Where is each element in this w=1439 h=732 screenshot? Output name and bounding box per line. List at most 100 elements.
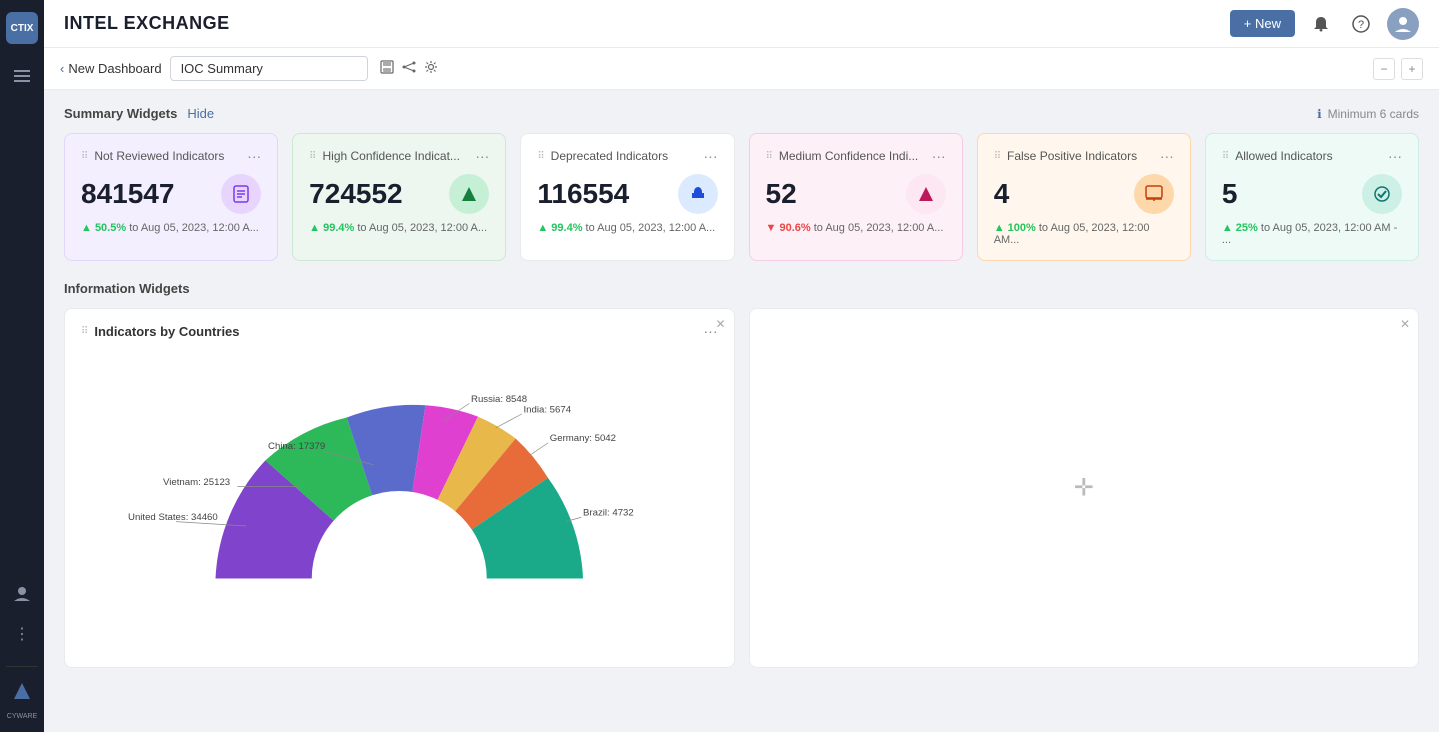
sidebar-menu-icon[interactable]	[6, 60, 38, 92]
share-dashboard-icon[interactable]	[402, 60, 416, 77]
settings-dashboard-icon[interactable]	[424, 60, 438, 77]
empty-widget: ✕ ✛	[749, 308, 1420, 668]
info-section-header: Information Widgets	[64, 281, 1419, 296]
sidebar-user-icon[interactable]	[6, 578, 38, 610]
widget-header-not-reviewed: ⠿ Not Reviewed Indicators ···	[81, 148, 261, 164]
summary-section-header: Summary Widgets Hide ℹ Minimum 6 cards	[64, 106, 1419, 121]
widget-value-high-confidence: 724552	[309, 178, 402, 210]
svg-text:Russia: 8548: Russia: 8548	[471, 394, 527, 405]
drag-handle-allowed[interactable]: ⠿	[1222, 151, 1229, 162]
save-dashboard-icon[interactable]	[380, 60, 394, 77]
widget-footer-high-confidence: ▲ 99.4% to Aug 05, 2023, 12:00 A...	[309, 222, 489, 234]
widget-footer-medium-confidence: ▼ 90.6% to Aug 05, 2023, 12:00 A...	[766, 222, 946, 234]
trend-arrow-allowed: ▲ 25%	[1222, 222, 1258, 234]
widget-title-false-positive: False Positive Indicators	[1007, 149, 1137, 163]
trend-arrow-deprecated: ▲ 99.4%	[537, 222, 582, 234]
trend-text-deprecated: to Aug 05, 2023, 12:00 A...	[586, 222, 716, 234]
widget-header-medium-confidence: ⠿ Medium Confidence Indi... ···	[766, 148, 946, 164]
user-avatar[interactable]	[1387, 8, 1419, 40]
chart-widget-close[interactable]: ✕	[715, 317, 725, 331]
topbar-actions: + New ?	[1230, 8, 1419, 40]
widget-footer-allowed: ▲ 25% to Aug 05, 2023, 12:00 AM - ...	[1222, 222, 1402, 246]
svg-text:?: ?	[1358, 19, 1364, 31]
main-content: INTEL EXCHANGE + New ? ‹ New Dashboard	[44, 0, 1439, 732]
back-button[interactable]: ‹ New Dashboard	[60, 61, 162, 76]
widget-medium-confidence: ⠿ Medium Confidence Indi... ··· 52 ▼ 90.…	[749, 133, 963, 261]
widget-header-deprecated: ⠿ Deprecated Indicators ···	[537, 148, 717, 164]
widget-not-reviewed: ⠿ Not Reviewed Indicators ··· 841547 ▲ 5…	[64, 133, 278, 261]
trend-arrow-high-confidence: ▲ 99.4%	[309, 222, 354, 234]
widget-menu-not-reviewed[interactable]: ···	[247, 148, 261, 164]
drag-handle-deprecated[interactable]: ⠿	[537, 151, 544, 162]
widget-title-not-reviewed: Not Reviewed Indicators	[94, 149, 224, 163]
notifications-icon[interactable]	[1307, 10, 1335, 38]
widget-title-row-allowed: ⠿ Allowed Indicators	[1222, 149, 1333, 163]
help-icon[interactable]: ?	[1347, 10, 1375, 38]
svg-text:United States: 34460: United States: 34460	[128, 512, 218, 523]
trend-arrow-medium-confidence: ▼ 90.6%	[766, 222, 811, 234]
widget-icon-medium-confidence	[906, 174, 946, 214]
hide-button[interactable]: Hide	[187, 106, 214, 121]
widget-menu-high-confidence[interactable]: ···	[475, 148, 489, 164]
topbar: INTEL EXCHANGE + New ?	[44, 0, 1439, 48]
widget-body-false-positive: 4	[994, 174, 1174, 214]
chart-title-row: ⠿ Indicators by Countries	[81, 324, 240, 339]
sidebar: CTIX ⋮ CYWARE	[0, 0, 44, 732]
widget-value-false-positive: 4	[994, 178, 1010, 210]
drag-handle-high-confidence[interactable]: ⠿	[309, 151, 316, 162]
sub-toolbar-right: − +	[1373, 58, 1423, 80]
widget-menu-allowed[interactable]: ···	[1388, 148, 1402, 164]
widget-allowed: ⠿ Allowed Indicators ··· 5 ▲ 25% to Aug …	[1205, 133, 1419, 261]
widget-title-row-medium-confidence: ⠿ Medium Confidence Indi...	[766, 149, 919, 163]
maximize-button[interactable]: +	[1401, 58, 1423, 80]
widget-title-row-not-reviewed: ⠿ Not Reviewed Indicators	[81, 149, 224, 163]
svg-text:Brazil: 4732: Brazil: 4732	[583, 508, 634, 519]
widgets-row: ⠿ Not Reviewed Indicators ··· 841547 ▲ 5…	[64, 133, 1419, 261]
info-widgets-row: ✕ ⠿ Indicators by Countries ···	[64, 308, 1419, 668]
new-button[interactable]: + New	[1230, 10, 1295, 37]
info-section-title: Information Widgets	[64, 281, 190, 296]
widget-title-deprecated: Deprecated Indicators	[551, 149, 668, 163]
widget-body-allowed: 5	[1222, 174, 1402, 214]
drag-handle-false-positive[interactable]: ⠿	[994, 151, 1001, 162]
svg-text:Vietnam: 25123: Vietnam: 25123	[163, 477, 230, 488]
widget-menu-deprecated[interactable]: ···	[704, 148, 718, 164]
widget-menu-medium-confidence[interactable]: ···	[932, 148, 946, 164]
svg-text:India: 5674: India: 5674	[524, 404, 572, 415]
dashboard-area: Summary Widgets Hide ℹ Minimum 6 cards ⠿…	[44, 90, 1439, 732]
app-title: INTEL EXCHANGE	[64, 13, 230, 34]
widget-body-high-confidence: 724552	[309, 174, 489, 214]
widget-value-not-reviewed: 841547	[81, 178, 174, 210]
trend-arrow-false-positive: ▲ 100%	[994, 222, 1036, 234]
widget-title-allowed: Allowed Indicators	[1235, 149, 1332, 163]
svg-text:Germany: 5042: Germany: 5042	[550, 433, 616, 444]
trend-text-not-reviewed: to Aug 05, 2023, 12:00 A...	[129, 222, 259, 234]
chart-title: Indicators by Countries	[94, 324, 239, 339]
widget-title-medium-confidence: Medium Confidence Indi...	[779, 149, 918, 163]
widget-footer-not-reviewed: ▲ 50.5% to Aug 05, 2023, 12:00 A...	[81, 222, 261, 234]
widget-value-allowed: 5	[1222, 178, 1238, 210]
drag-handle-medium-confidence[interactable]: ⠿	[766, 151, 773, 162]
widget-false-positive: ⠿ False Positive Indicators ··· 4 ▲ 100%…	[977, 133, 1191, 261]
widget-footer-deprecated: ▲ 99.4% to Aug 05, 2023, 12:00 A...	[537, 222, 717, 234]
countries-chart-widget: ✕ ⠿ Indicators by Countries ···	[64, 308, 735, 668]
sidebar-cyware-logo	[6, 675, 38, 707]
dashboard-name-input[interactable]	[170, 56, 368, 81]
trend-arrow-not-reviewed: ▲ 50.5%	[81, 222, 126, 234]
drag-handle-not-reviewed[interactable]: ⠿	[81, 151, 88, 162]
sidebar-more-icon[interactable]: ⋮	[6, 618, 38, 650]
sub-toolbar: ‹ New Dashboard − +	[44, 48, 1439, 90]
empty-widget-close[interactable]: ✕	[1400, 317, 1410, 331]
minimize-button[interactable]: −	[1373, 58, 1395, 80]
widget-icon-high-confidence	[449, 174, 489, 214]
trend-text-medium-confidence: to Aug 05, 2023, 12:00 A...	[814, 222, 944, 234]
widget-title-row-false-positive: ⠿ False Positive Indicators	[994, 149, 1137, 163]
sub-toolbar-icons	[380, 60, 438, 77]
chart-drag-handle[interactable]: ⠿	[81, 326, 88, 337]
widget-title-row-deprecated: ⠿ Deprecated Indicators	[537, 149, 668, 163]
widget-header-high-confidence: ⠿ High Confidence Indicat... ···	[309, 148, 489, 164]
min-cards-info: ℹ Minimum 6 cards	[1317, 107, 1419, 121]
widget-title-high-confidence: High Confidence Indicat...	[323, 149, 460, 163]
app-logo[interactable]: CTIX	[6, 12, 38, 44]
widget-menu-false-positive[interactable]: ···	[1160, 148, 1174, 164]
